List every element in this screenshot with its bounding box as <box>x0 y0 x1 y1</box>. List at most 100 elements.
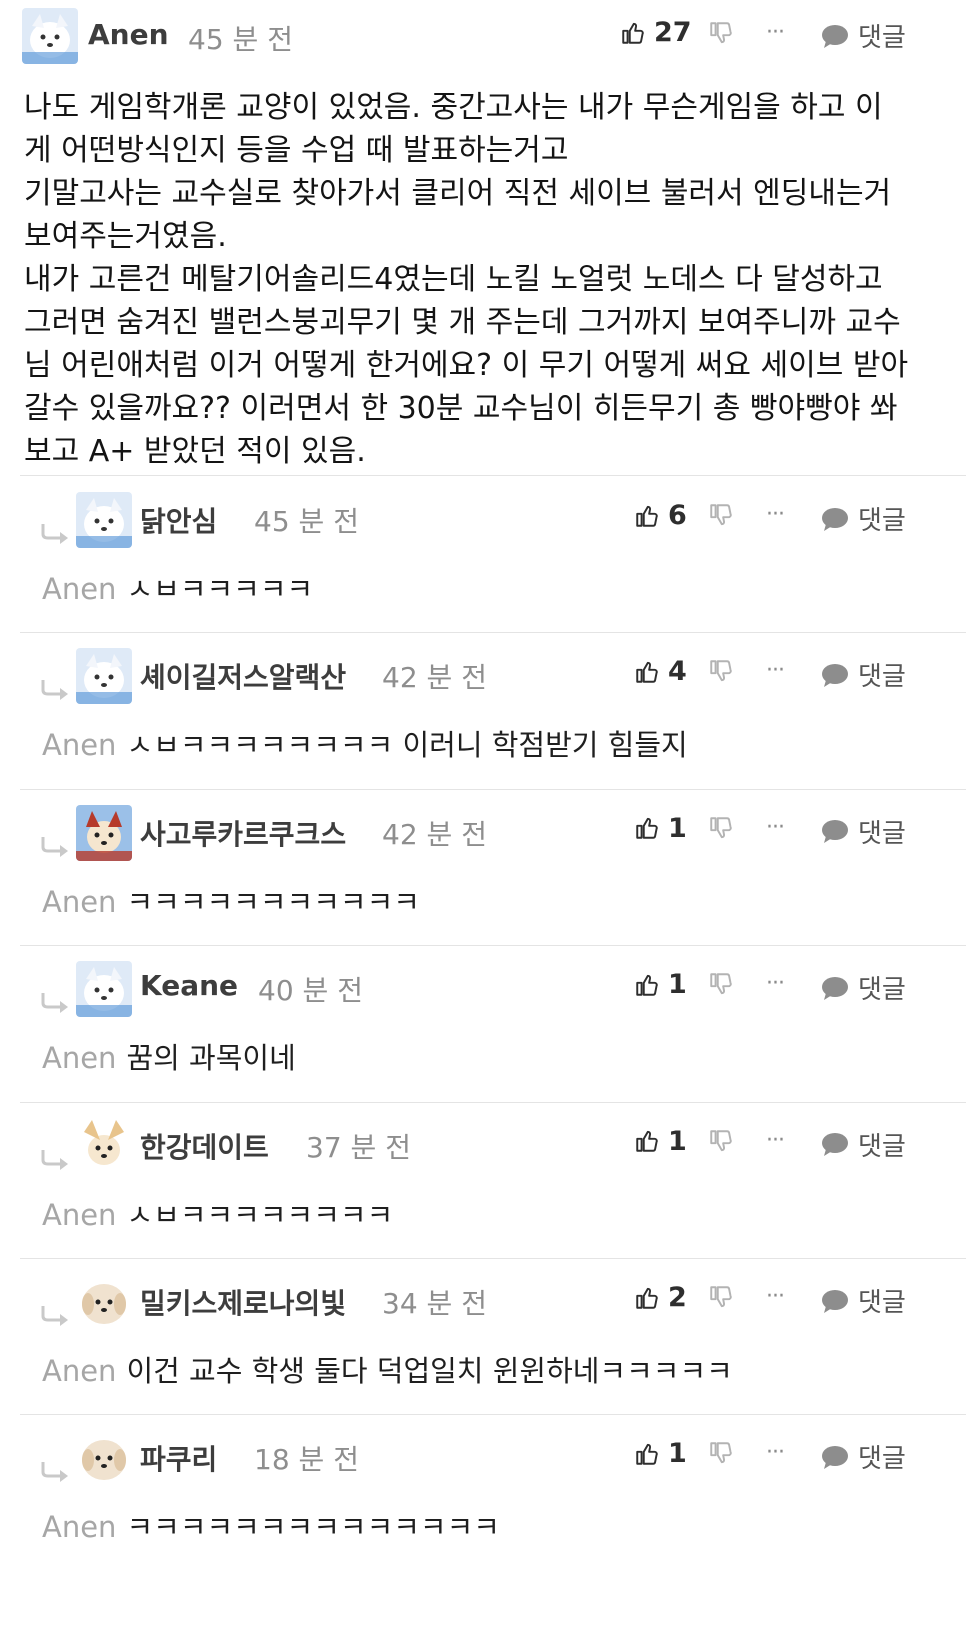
like-count: 27 <box>654 17 692 48</box>
like-button[interactable]: 1 <box>634 1126 687 1157</box>
avatar[interactable] <box>76 1117 132 1174</box>
reply-label: 댓글 <box>858 1288 906 1318</box>
dislike-button[interactable] <box>708 971 734 1001</box>
more-icon[interactable]: ··· <box>766 658 785 683</box>
mention[interactable]: Anen <box>42 1354 116 1388</box>
reply-comment: 한강데이트 37 분 전 1 ··· 댓글 Anen ㅅㅂㅋㅋㅋㅋㅋㅋㅋㅋ <box>0 1104 966 1268</box>
dislike-button[interactable] <box>708 1128 734 1158</box>
white-dog-avatar-icon <box>22 8 78 64</box>
reply-body: Anen ㅅㅂㅋㅋㅋㅋㅋㅋㅋㅋ 이러니 학점받기 힘들지 <box>42 722 688 764</box>
puppy-avatar-icon <box>76 1274 132 1330</box>
mention[interactable]: Anen <box>42 728 116 762</box>
author-name[interactable]: 닭안심 <box>140 500 217 540</box>
speech-bubble-icon <box>822 820 848 844</box>
dislike-button[interactable] <box>708 1284 734 1314</box>
dislike-button[interactable] <box>708 1440 734 1470</box>
divider <box>20 1414 966 1416</box>
mention[interactable]: Anen <box>42 885 116 919</box>
mention[interactable]: Anen <box>42 1198 116 1232</box>
main-comment: Anen 45 분 전 27 ··· 댓글 나도 게임학개론 교양이 있었음. … <box>0 0 966 498</box>
thumbs-down-icon <box>710 817 732 838</box>
avatar[interactable] <box>76 1430 132 1487</box>
thumbs-up-icon <box>622 22 644 44</box>
more-icon[interactable]: ··· <box>766 971 785 996</box>
comment-body: 나도 게임학개론 교양이 있었음. 중간고사는 내가 무슨게임을 하고 이 게 … <box>24 90 909 469</box>
author-name[interactable]: Keane <box>140 969 238 1002</box>
more-icon[interactable]: ··· <box>766 1128 785 1153</box>
reply-arrow-icon <box>41 1462 68 1483</box>
more-icon[interactable]: ··· <box>766 20 785 45</box>
reply-comment: Keane 40 분 전 1 ··· 댓글 Anen 꿈의 과목이네 <box>0 947 966 1111</box>
more-icon[interactable]: ··· <box>766 1284 785 1309</box>
avatar[interactable] <box>76 492 132 548</box>
thumbs-down-icon <box>710 1442 732 1464</box>
like-button[interactable]: 1 <box>634 813 687 844</box>
more-icon[interactable]: ··· <box>766 1440 785 1465</box>
more-icon[interactable]: ··· <box>766 815 785 840</box>
like-button[interactable]: 1 <box>634 1438 687 1469</box>
timestamp: 42 분 전 <box>382 661 487 695</box>
mention[interactable]: Anen <box>42 572 116 606</box>
timestamp: 45 분 전 <box>254 505 359 538</box>
dislike-button[interactable] <box>708 815 734 845</box>
like-count: 2 <box>668 1282 687 1313</box>
thumbs-up-icon <box>636 1130 658 1152</box>
reply-button[interactable]: 댓글 <box>820 813 906 850</box>
like-count: 1 <box>668 1125 687 1157</box>
reply-comment: 닭안심 45 분 전 6 ··· 댓글 Anen ㅅㅂㅋㅋㅋㅋㅋ <box>0 478 966 642</box>
author-name[interactable]: 사고루카르쿠크스 <box>140 813 346 853</box>
dislike-button[interactable] <box>708 502 734 532</box>
divider <box>20 1258 966 1259</box>
reply-arrow-icon <box>41 836 68 857</box>
dislike-button[interactable] <box>708 20 734 50</box>
reply-label: 댓글 <box>858 818 906 849</box>
like-button[interactable]: 6 <box>634 500 687 531</box>
author-name[interactable]: 셰이길저스알랙산 <box>140 656 346 696</box>
like-button[interactable]: 1 <box>634 969 687 1000</box>
author-name[interactable]: 파쿠리 <box>140 1438 217 1478</box>
speech-bubble-icon <box>822 1133 848 1157</box>
timestamp: 18 분 전 <box>254 1443 359 1477</box>
mention[interactable]: Anen <box>42 1041 116 1075</box>
reply-button[interactable]: 댓글 <box>820 1438 906 1475</box>
avatar[interactable] <box>76 648 132 705</box>
mention[interactable]: Anen <box>42 1510 116 1544</box>
thumbs-up-icon <box>636 1443 658 1465</box>
speech-bubble-icon <box>822 976 848 1000</box>
more-icon[interactable]: ··· <box>766 502 785 527</box>
like-count: 1 <box>668 969 687 1001</box>
reply-label: 댓글 <box>858 1131 906 1162</box>
reply-button[interactable]: 댓글 <box>820 1282 906 1319</box>
reply-arrow-icon <box>41 680 68 701</box>
reply-comment: 셰이길저스알랙산 42 분 전 4 ··· 댓글 Anen ㅅㅂㅋㅋㅋㅋㅋㅋㅋㅋ … <box>0 634 966 798</box>
reply-button[interactable]: 댓글 <box>820 969 906 1006</box>
divider <box>20 788 966 790</box>
reply-body: Anen ㅅㅂㅋㅋㅋㅋㅋ <box>42 566 313 608</box>
reply-button[interactable]: 댓글 <box>820 17 906 54</box>
avatar[interactable] <box>76 804 132 861</box>
reply-label: 댓글 <box>858 506 906 536</box>
dislike-button[interactable] <box>708 658 734 688</box>
like-button[interactable]: 2 <box>634 1282 687 1313</box>
reply-button[interactable]: 댓글 <box>820 500 906 537</box>
reply-body: Anen ㅋㅋㅋㅋㅋㅋㅋㅋㅋㅋㅋㅋㅋㅋ <box>42 1504 500 1546</box>
reply-comment: 파쿠리 18 분 전 1 ··· 댓글 Anen ㅋㅋㅋㅋㅋㅋㅋㅋㅋㅋㅋㅋㅋㅋ <box>0 1416 966 1580</box>
author-name[interactable]: 밀키스제로나의빛 <box>140 1282 346 1322</box>
reply-button[interactable]: 댓글 <box>820 1126 906 1163</box>
reply-label: 댓글 <box>858 23 906 53</box>
author-name[interactable]: 한강데이트 <box>140 1126 269 1166</box>
timestamp: 45 분 전 <box>188 23 293 56</box>
like-button[interactable]: 27 <box>620 17 692 48</box>
reply-content: 꿈의 과목이네 <box>126 1041 296 1076</box>
reply-button[interactable]: 댓글 <box>820 656 906 693</box>
thumbs-down-icon <box>710 973 732 995</box>
thumbs-up-icon <box>636 818 658 840</box>
author-name[interactable]: Anen <box>88 18 169 51</box>
puppy-avatar-icon <box>76 1430 132 1487</box>
like-button[interactable]: 4 <box>634 656 687 687</box>
avatar[interactable] <box>22 8 78 64</box>
reply-content: ㅅㅂㅋㅋㅋㅋㅋㅋㅋㅋ 이러니 학점받기 힘들지 <box>126 728 688 763</box>
avatar[interactable] <box>76 1274 132 1330</box>
speech-bubble-icon <box>822 24 848 48</box>
avatar[interactable] <box>76 961 132 1018</box>
